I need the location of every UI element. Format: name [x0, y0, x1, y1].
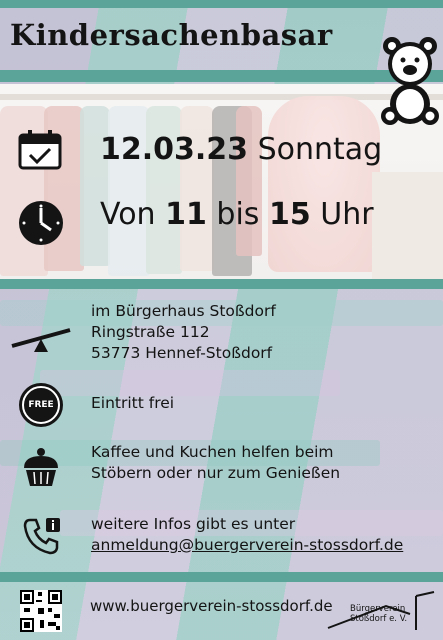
cafe-block: Kaffee und Kuchen helfen beim Stöbern od…	[91, 442, 340, 484]
logo-line-1: Bürgerverein	[350, 604, 406, 614]
club-logo: Bürgerverein Stoßdorf e. V.	[326, 590, 443, 640]
teddy-bear-icon	[381, 37, 439, 125]
contact-line: weitere Infos gibt es unter	[91, 515, 296, 533]
logo-text: Bürgerverein Stoßdorf e. V.	[350, 604, 407, 624]
free-badge-icon: FREE	[19, 383, 63, 427]
page-title: Kindersachenbasar	[10, 18, 333, 52]
time-suffix: Uhr	[320, 197, 374, 232]
title-divider	[0, 70, 443, 82]
time-mid: bis	[216, 197, 260, 232]
time-start: 11	[165, 197, 207, 232]
logo-line-2: Stoßdorf e. V.	[350, 614, 408, 624]
clock-icon	[19, 201, 63, 245]
event-time: Von 11 bis 15 Uhr	[100, 197, 374, 232]
venue-name: im Bürgerhaus Stoßdorf	[91, 302, 276, 320]
seesaw-icon	[11, 328, 71, 352]
event-date: 12.03.23 Sonntag	[100, 132, 382, 167]
location-block: im Bürgerhaus Stoßdorf Ringstraße 112 53…	[91, 301, 276, 364]
contact-block: weitere Infos gibt es unter anmeldung@bu…	[91, 514, 403, 556]
venue-city: 53773 Hennef-Stoßdorf	[91, 344, 273, 362]
free-badge-label: FREE	[22, 386, 60, 424]
admission-text: Eintritt frei	[91, 394, 175, 412]
qr-code[interactable]	[20, 590, 62, 632]
contact-email-link[interactable]: anmeldung@buergerverein-stossdorf.de	[91, 535, 403, 556]
footer-divider	[0, 572, 443, 582]
cupcake-icon	[24, 448, 58, 486]
weekday: Sonntag	[257, 132, 383, 167]
date-value: 12.03.23	[100, 132, 249, 167]
website-link[interactable]: www.buergerverein-stossdorf.de	[90, 597, 333, 615]
clothes-rack-photo	[0, 84, 443, 279]
venue-street: Ringstraße 112	[91, 323, 210, 341]
cafe-line-1: Kaffee und Kuchen helfen beim	[91, 443, 334, 461]
top-band	[0, 0, 443, 8]
cafe-line-2: Stöbern oder nur zum Genießen	[91, 464, 341, 482]
phone-info-icon	[23, 518, 60, 555]
time-end: 15	[268, 197, 311, 232]
photo-divider	[0, 279, 443, 289]
calendar-icon	[18, 130, 62, 170]
time-prefix: Von	[100, 197, 156, 232]
